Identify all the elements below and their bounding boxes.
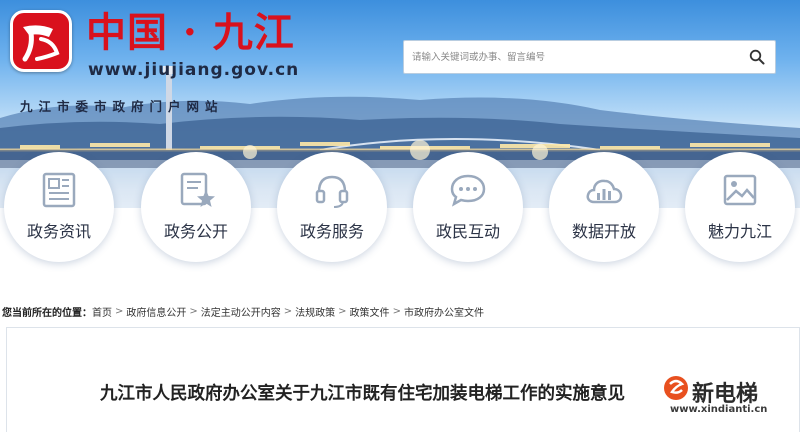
picture-icon: [723, 174, 757, 206]
header-banner: 中国 · 九江 www.jiujiang.gov.cn 九江市委市政府门户网站: [0, 0, 800, 270]
search-box: [403, 40, 776, 74]
search-icon: [749, 49, 765, 65]
breadcrumb-label: 您当前所在的位置：: [2, 307, 92, 319]
nav-item-open-data[interactable]: 数据开放: [549, 152, 659, 262]
breadcrumb-gov-info[interactable]: 政府信息公开: [126, 304, 186, 319]
nav-label: 政务公开: [163, 222, 228, 241]
nav-label: 政务服务: [299, 222, 364, 241]
logo-emblem-icon: [22, 25, 60, 62]
chat-icon: [450, 174, 486, 207]
breadcrumb-separator: >: [283, 305, 293, 317]
breadcrumb-separator: >: [189, 305, 198, 317]
nav-item-interaction[interactable]: 政民互动: [413, 152, 523, 262]
nav-label: 魅力九江: [707, 222, 772, 241]
document-star-icon: [180, 172, 215, 207]
news-icon: [42, 172, 76, 208]
nav-item-services[interactable]: 政务服务: [277, 152, 387, 262]
watermark: 新电梯 www.xindianti.cn: [640, 372, 800, 432]
breadcrumb: 您当前所在的位置： 首页 > 政府信息公开 > 法定主动公开内容 > 法规政策 …: [0, 302, 800, 320]
breadcrumb-statutory[interactable]: 法定主动公开内容: [201, 304, 281, 319]
site-subtitle: 九江市委市政府门户网站: [20, 99, 224, 114]
watermark-url: www.xindianti.cn: [670, 404, 768, 415]
breadcrumb-regulations[interactable]: 法规政策: [295, 304, 335, 319]
breadcrumb-separator: >: [115, 305, 124, 317]
site-logo[interactable]: [10, 10, 72, 72]
nav-label: 政务资讯: [26, 222, 91, 241]
watermark-logo-icon: [664, 376, 688, 400]
breadcrumb-separator: >: [338, 305, 347, 317]
site-url: www.jiujiang.gov.cn: [88, 60, 300, 80]
breadcrumb-office-docs[interactable]: 市政府办公室文件: [404, 304, 484, 319]
breadcrumb-home[interactable]: 首页: [92, 304, 112, 319]
nav-label: 数据开放: [571, 222, 636, 241]
breadcrumb-separator: >: [392, 305, 401, 317]
site-title: 中国 · 九江: [86, 9, 295, 56]
nav-item-open-government[interactable]: 政务公开: [141, 152, 251, 262]
headset-icon: [315, 175, 349, 208]
search-button[interactable]: [739, 41, 775, 73]
nav-label: 政民互动: [435, 222, 500, 241]
nav-item-charm-jiujiang[interactable]: 魅力九江: [685, 152, 795, 262]
document-title: 九江市人民政府办公室关于九江市既有住宅加装电梯工作的实施意见: [100, 384, 625, 404]
breadcrumb-policy-docs[interactable]: 政策文件: [350, 304, 390, 319]
nav-item-news[interactable]: 政务资讯: [4, 152, 114, 262]
cloud-chart-icon: [586, 179, 623, 204]
search-input[interactable]: [404, 41, 739, 73]
